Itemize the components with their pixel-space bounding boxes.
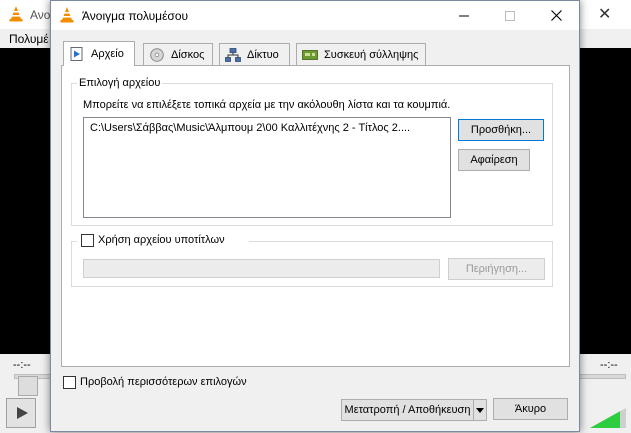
tab-network-label: Δίκτυο — [247, 48, 279, 61]
more-options-label[interactable]: Προβολή περισσότερων επιλογών — [80, 376, 247, 388]
close-icon[interactable] — [533, 1, 579, 30]
chevron-down-icon[interactable] — [473, 400, 486, 420]
open-media-dialog: Άνοιγμα πολυμέσου Αρχείο Δίσκος Δίκτυο Σ… — [50, 0, 580, 432]
capture-card-icon — [302, 49, 318, 60]
vlc-cone-icon — [9, 6, 23, 22]
vlc-main-title: Ανο — [30, 8, 51, 22]
file-list[interactable]: C:\Users\Σάββας\Music\Άλμπουμ 2\00 Καλλι… — [83, 117, 451, 218]
disc-icon — [150, 47, 164, 62]
tab-disc[interactable]: Δίσκος — [143, 43, 213, 65]
cancel-button[interactable]: Άκυρο — [493, 398, 568, 420]
add-file-button[interactable]: Προσθήκη... — [458, 119, 544, 141]
convert-save-button[interactable]: Μετατροπή / Αποθήκευση — [342, 400, 473, 420]
subtitle-checkbox[interactable] — [81, 234, 94, 247]
dialog-title: Άνοιγμα πολυμέσου — [82, 9, 189, 23]
subtitle-path-input[interactable] — [83, 259, 440, 278]
menu-media[interactable]: Πολυμέ — [9, 32, 49, 46]
tab-file-label: Αρχείο — [91, 48, 124, 60]
play-icon[interactable] — [6, 398, 36, 428]
convert-save-split-button[interactable]: Μετατροπή / Αποθήκευση — [341, 399, 487, 421]
tab-disc-label: Δίσκος — [171, 48, 205, 61]
file-selection-label: Επιλογή αρχείου — [77, 77, 163, 89]
subtitle-checkbox-label[interactable]: Χρήση αρχείου υποτίτλων — [98, 234, 225, 246]
file-play-icon — [70, 47, 83, 61]
time-total: --:-- — [600, 359, 618, 371]
vlc-main-close-icon[interactable]: ✕ — [598, 4, 611, 24]
tab-capture-device[interactable]: Συσκευή σύλληψης — [296, 43, 426, 65]
file-selection-hint: Μπορείτε να επιλέξετε τοπικά αρχεία με τ… — [83, 99, 451, 111]
volume-slider[interactable] — [590, 408, 626, 428]
minimize-icon[interactable] — [441, 1, 487, 30]
time-elapsed: --:-- — [13, 359, 31, 371]
vlc-cone-icon — [60, 7, 74, 23]
remove-file-button[interactable]: Αφαίρεση — [458, 149, 530, 171]
record-icon[interactable] — [18, 376, 38, 396]
dialog-titlebar: Άνοιγμα πολυμέσου — [51, 1, 579, 30]
list-item[interactable]: C:\Users\Σάββας\Music\Άλμπουμ 2\00 Καλλι… — [90, 122, 446, 134]
tab-network[interactable]: Δίκτυο — [219, 43, 290, 65]
more-options-checkbox[interactable] — [63, 376, 76, 389]
tab-capture-device-label: Συσκευή σύλληψης — [324, 48, 419, 61]
maximize-icon — [487, 1, 533, 30]
network-icon — [225, 47, 241, 62]
tab-file[interactable]: Αρχείο — [63, 41, 135, 66]
browse-subtitle-button[interactable]: Περιήγηση... — [448, 258, 545, 280]
